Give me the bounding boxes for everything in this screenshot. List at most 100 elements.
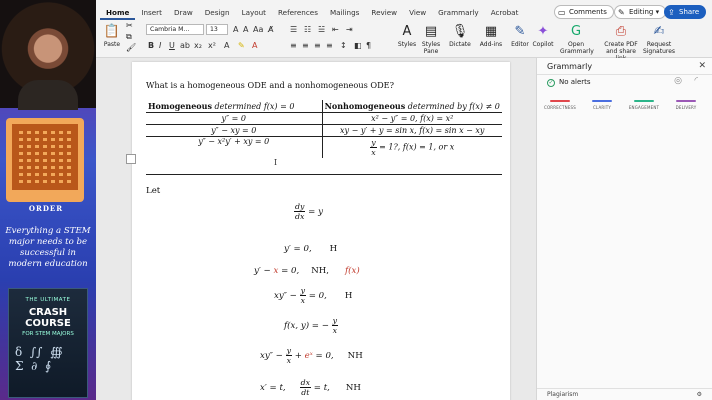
create-pdf-button[interactable]: ⎙Create PDF and share link xyxy=(602,24,640,62)
engagement-bar xyxy=(634,100,654,102)
bold-button[interactable]: B xyxy=(148,41,154,50)
equation-text: = 0, xyxy=(305,291,327,301)
fraction: dx dt xyxy=(299,378,312,397)
tab-draw[interactable]: Draw xyxy=(168,6,199,20)
open-grammarly-label: Open Grammarly xyxy=(560,41,594,55)
line-spacing-icon[interactable]: ↕ xyxy=(340,41,347,50)
category-delivery[interactable]: DELIVERY xyxy=(667,100,705,110)
add-ins-button[interactable]: ▦ Add-ins xyxy=(478,24,504,48)
subscript-button[interactable]: x₂ xyxy=(194,41,202,50)
copilot-icon: ✦ xyxy=(537,24,549,39)
tab-review[interactable]: Review xyxy=(365,6,403,20)
align-left-icon[interactable]: ≡ xyxy=(290,41,297,50)
fraction-denominator: dt xyxy=(301,388,310,397)
styles-button[interactable]: A Styles xyxy=(396,24,418,48)
tab-grammarly[interactable]: Grammarly xyxy=(432,6,485,20)
paste-button[interactable]: 📋 Paste xyxy=(102,24,122,48)
font-name-select[interactable]: Cambria M... xyxy=(146,24,204,35)
header-left-rest: determined f(x) = 0 xyxy=(211,101,295,111)
microphone-icon: 🎙 xyxy=(451,24,469,39)
comments-button[interactable]: ▭ Comments xyxy=(554,5,614,19)
decrease-indent-icon[interactable]: ⇤ xyxy=(332,25,339,34)
equation-4: xy″ − yx = 0, H xyxy=(274,286,352,305)
editor-button[interactable]: ✎ Editor xyxy=(510,24,530,48)
text-effects-icon[interactable]: A xyxy=(224,41,229,50)
category-correctness[interactable]: CORRECTNESS xyxy=(541,100,579,110)
request-signatures-button[interactable]: ✍ Request Signatures xyxy=(642,24,676,55)
header-right-bold: Nonhomogeneous xyxy=(324,100,406,111)
table-cell: y″ = 0 xyxy=(146,112,323,125)
fraction: yx xyxy=(331,316,339,335)
copy-icon[interactable]: ⧉ xyxy=(126,33,132,41)
cut-icon[interactable]: ✂ xyxy=(126,22,133,30)
tab-mailings[interactable]: Mailings xyxy=(324,6,365,20)
equation-dy-dx: dy dx = y xyxy=(294,202,323,221)
increase-indent-icon[interactable]: ⇥ xyxy=(346,25,353,34)
italic-button[interactable]: I xyxy=(159,41,161,50)
table-cell: yx = 1?, f(x) = 1, or x xyxy=(322,136,502,158)
numbering-icon[interactable]: ☷ xyxy=(304,25,311,34)
styles-icon: A xyxy=(402,24,412,39)
alerts-text: No alerts xyxy=(559,78,591,86)
change-case-icon[interactable]: Aa xyxy=(253,25,263,34)
paste-options-icon[interactable] xyxy=(126,154,136,164)
settings-icon[interactable]: ⚙ xyxy=(697,391,702,398)
equation-text: = 0, xyxy=(278,266,300,276)
equation-3: y′ − x = 0, NH, f(x) xyxy=(254,266,360,276)
category-engagement[interactable]: ENGAGEMENT xyxy=(625,100,663,110)
let-label: Let xyxy=(146,186,161,196)
tab-insert[interactable]: Insert xyxy=(135,6,168,20)
font-size-select[interactable]: 13 xyxy=(206,24,228,35)
text-cursor-icon: I xyxy=(274,158,278,167)
tab-references[interactable]: References xyxy=(272,6,324,20)
font-color-icon[interactable]: A xyxy=(252,41,257,50)
shrink-font-icon[interactable]: A xyxy=(243,25,248,34)
share-button[interactable]: ⇪ Share xyxy=(664,5,707,19)
fraction-numerator: dy xyxy=(294,202,306,212)
category-label: CORRECTNESS xyxy=(543,105,577,110)
fraction: dy dx xyxy=(294,202,306,221)
equation-tag: H xyxy=(329,244,338,254)
align-center-icon[interactable]: ≡ xyxy=(302,41,309,50)
styles-pane-button[interactable]: ▤ Styles Pane xyxy=(420,24,442,55)
loading-icon: ◜ xyxy=(694,76,699,86)
clipboard-icon: 📋 xyxy=(103,24,121,39)
highlight-icon[interactable]: ✎ xyxy=(238,41,245,50)
signature-icon: ✍ xyxy=(653,24,665,39)
tab-acrobat[interactable]: Acrobat xyxy=(485,6,525,20)
format-painter-icon[interactable]: 🖌 xyxy=(126,44,136,52)
justify-icon[interactable]: ≡ xyxy=(326,41,333,50)
grow-font-icon[interactable]: A xyxy=(233,25,238,34)
tab-design[interactable]: Design xyxy=(199,6,236,20)
open-grammarly-button[interactable]: G Open Grammarly xyxy=(560,24,594,55)
document-page[interactable]: What is a homogeneous ODE and a nonhomog… xyxy=(126,62,510,400)
category-clarity[interactable]: CLARITY xyxy=(583,100,621,110)
paragraph-mark-icon[interactable]: ¶ xyxy=(366,41,371,50)
align-right-icon[interactable]: ≡ xyxy=(314,41,321,50)
superscript-button[interactable]: x² xyxy=(208,41,216,50)
strikethrough-button[interactable]: ab xyxy=(180,41,190,50)
tab-view[interactable]: View xyxy=(403,6,432,20)
clear-format-icon[interactable]: A̸ xyxy=(268,25,273,34)
copilot-button[interactable]: ✦ Copilot xyxy=(532,24,554,48)
tab-home[interactable]: Home xyxy=(100,6,136,20)
editor-icon: ✎ xyxy=(514,24,526,39)
close-icon[interactable]: ✕ xyxy=(698,61,706,71)
header-right-rest: determined by f(x) ≠ 0 xyxy=(405,101,500,111)
equation-tag: NH xyxy=(347,351,363,361)
goals-icon[interactable]: ◎ xyxy=(674,76,682,86)
styles-label: Styles xyxy=(397,41,417,48)
equation-text: = 0, xyxy=(312,351,334,361)
multilevel-list-icon[interactable]: ☱ xyxy=(318,25,325,34)
editing-button[interactable]: ✎ Editing ▾ xyxy=(614,5,667,19)
bullets-icon[interactable]: ☰ xyxy=(290,25,297,34)
equation-rest: = y xyxy=(305,207,323,217)
shading-icon[interactable]: ◧ xyxy=(354,41,362,50)
pdf-icon: ⎙ xyxy=(615,24,627,39)
paste-label: Paste xyxy=(103,41,121,48)
underline-button[interactable]: U xyxy=(169,41,175,50)
tab-layout[interactable]: Layout xyxy=(236,6,272,20)
plagiarism-bar[interactable]: Plagiarism ⚙ xyxy=(537,388,712,400)
book-top-text: THE ULTIMATE xyxy=(25,297,71,303)
dictate-button[interactable]: 🎙 Dictate xyxy=(448,24,472,48)
